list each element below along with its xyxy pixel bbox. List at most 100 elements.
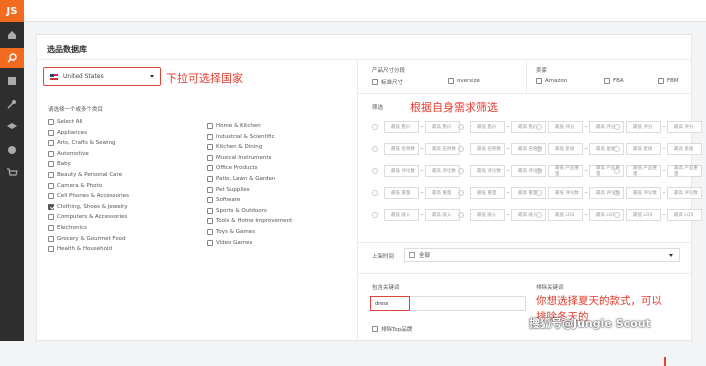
range-max-input[interactable]: 最高 评论数 bbox=[667, 186, 702, 199]
category-left-0[interactable]: Select All bbox=[48, 119, 83, 125]
category-left-6[interactable]: Camera & Photo bbox=[48, 182, 102, 189]
range-max-input[interactable]: 最高 LQS bbox=[667, 208, 702, 221]
checkbox[interactable] bbox=[207, 229, 213, 235]
category-left-10[interactable]: Electronics bbox=[48, 225, 87, 231]
category-right-4[interactable]: Office Products bbox=[207, 165, 258, 172]
checkbox[interactable] bbox=[207, 207, 213, 214]
range-min-input[interactable]: 最低 评论数 bbox=[384, 164, 419, 177]
checkbox[interactable] bbox=[207, 133, 213, 140]
book-icon[interactable] bbox=[0, 71, 24, 91]
range-min-input[interactable]: 最低 评论数 bbox=[548, 186, 583, 199]
checkbox[interactable] bbox=[207, 144, 213, 151]
category-right-5[interactable]: Patio, Lawn & Garden bbox=[207, 176, 275, 182]
size-standard-option[interactable]: 标准尺寸 bbox=[372, 78, 403, 86]
range-min-input[interactable]: 最低 产品重量 bbox=[548, 164, 583, 177]
range-min-input[interactable]: 最低 评分 bbox=[548, 120, 583, 133]
category-right-6[interactable]: Pet Supplies bbox=[207, 186, 250, 193]
range-min-input[interactable]: 最低 售价 bbox=[384, 120, 419, 133]
category-left-7[interactable]: Cell Phones & Accessories bbox=[48, 193, 129, 200]
checkbox[interactable] bbox=[48, 182, 54, 189]
include-keywords-input[interactable]: dress bbox=[370, 296, 410, 311]
category-right-10[interactable]: Toys & Games bbox=[207, 229, 255, 235]
range-max-input[interactable]: 最高 名称数 bbox=[425, 142, 460, 155]
category-left-2[interactable]: Arts, Crafts & Sewing bbox=[48, 140, 116, 147]
range-min-input[interactable]: 最低 LQS bbox=[548, 208, 583, 221]
range-min-input[interactable]: 最低 评分 bbox=[626, 120, 661, 133]
range-max-input[interactable]: 最高 评分 bbox=[667, 120, 702, 133]
checkbox[interactable] bbox=[48, 119, 54, 125]
cart-icon[interactable] bbox=[0, 163, 24, 183]
home-icon[interactable] bbox=[0, 25, 24, 45]
checkbox[interactable] bbox=[48, 172, 54, 178]
checkbox[interactable] bbox=[207, 239, 213, 246]
range-max-input[interactable]: 最高 收入 bbox=[425, 208, 460, 221]
range-min-input[interactable]: 最低 星级 bbox=[548, 142, 583, 155]
checkbox[interactable] bbox=[48, 150, 54, 157]
checkbox[interactable] bbox=[207, 186, 213, 193]
checkbox[interactable] bbox=[207, 218, 213, 225]
listing-date-select[interactable]: 全部 bbox=[404, 248, 680, 262]
category-right-7[interactable]: Software bbox=[207, 197, 240, 204]
key-icon[interactable] bbox=[0, 94, 24, 114]
category-left-12[interactable]: Health & Household bbox=[48, 246, 112, 253]
category-label: Health & Household bbox=[57, 246, 112, 253]
size-oversize-option[interactable]: oversize bbox=[448, 78, 480, 84]
graduation-icon[interactable] bbox=[0, 117, 24, 137]
checkbox[interactable] bbox=[48, 161, 54, 168]
checkbox[interactable] bbox=[48, 140, 54, 147]
exclude-top-brands-option[interactable]: 排除Top品牌 bbox=[372, 325, 412, 333]
category-right-9[interactable]: Tools & Home Improvement bbox=[207, 218, 292, 225]
category-right-2[interactable]: Kitchen & Dining bbox=[207, 144, 262, 151]
range-max-input[interactable]: 最高 重量 bbox=[425, 186, 460, 199]
range-min-input[interactable]: 最低 售价 bbox=[470, 120, 505, 133]
category-left-1[interactable]: Appliances bbox=[48, 129, 87, 136]
category-left-8[interactable]: Clothing, Shoes & Jewelry bbox=[48, 203, 128, 210]
category-left-11[interactable]: Grocery & Gourmet Food bbox=[48, 235, 126, 242]
category-left-5[interactable]: Beauty & Personal Care bbox=[48, 172, 122, 178]
range-min-input[interactable]: 最低 星级 bbox=[626, 142, 661, 155]
category-right-3[interactable]: Musical Instruments bbox=[207, 154, 271, 161]
range-min-input[interactable]: 最低 收入 bbox=[470, 208, 505, 221]
category-left-9[interactable]: Computers & Accessories bbox=[48, 214, 127, 221]
checkbox[interactable] bbox=[48, 246, 54, 253]
checkbox[interactable] bbox=[207, 197, 213, 204]
checkbox[interactable] bbox=[48, 235, 54, 242]
category-left-3[interactable]: Automotive bbox=[48, 150, 89, 157]
checkbox[interactable] bbox=[207, 123, 213, 129]
range-max-input[interactable]: 最高 星级 bbox=[667, 142, 702, 155]
category-right-11[interactable]: Video Games bbox=[207, 239, 252, 246]
checkbox[interactable] bbox=[207, 154, 213, 161]
range-max-input[interactable]: 最高 产品重量 bbox=[667, 164, 702, 177]
seller-fba-option[interactable]: FBA bbox=[604, 78, 624, 84]
range-min-input[interactable]: 最低 名称数 bbox=[470, 142, 505, 155]
range-min-input[interactable]: 最低 重量 bbox=[470, 186, 505, 199]
checkbox[interactable] bbox=[48, 129, 54, 136]
search-icon[interactable] bbox=[0, 48, 24, 68]
checkbox[interactable] bbox=[48, 225, 54, 231]
range-min-input[interactable]: 最低 LQS bbox=[626, 208, 661, 221]
metric-icon bbox=[614, 168, 620, 174]
category-right-0[interactable]: Home & Kitchen bbox=[207, 123, 261, 129]
range-min-input[interactable]: 最低 收入 bbox=[384, 208, 419, 221]
checkbox[interactable] bbox=[207, 176, 213, 182]
range-min-input[interactable]: 最低 重量 bbox=[384, 186, 419, 199]
include-keywords-extend[interactable] bbox=[410, 296, 526, 311]
seller-fbm-option[interactable]: FBM bbox=[658, 78, 679, 84]
seller-amazon-option[interactable]: Amazon bbox=[536, 78, 567, 84]
checkbox[interactable] bbox=[48, 203, 54, 210]
country-select[interactable]: United States bbox=[43, 67, 161, 86]
range-min-input[interactable]: 最低 评论数 bbox=[470, 164, 505, 177]
category-right-1[interactable]: Industrial & Scientific bbox=[207, 133, 275, 140]
category-right-8[interactable]: Sports & Outdoors bbox=[207, 207, 267, 214]
category-left-4[interactable]: Baby bbox=[48, 161, 71, 168]
checkbox[interactable] bbox=[207, 165, 213, 172]
range-max-input[interactable]: 最高 评论数 bbox=[425, 164, 460, 177]
checkbox[interactable] bbox=[48, 214, 54, 221]
range-far-1: 最低 星级 – 最高 星级 bbox=[626, 142, 702, 155]
range-min-input[interactable]: 最低 产品重量 bbox=[626, 164, 661, 177]
range-min-input[interactable]: 最低 评论数 bbox=[626, 186, 661, 199]
range-max-input[interactable]: 最高 售价 bbox=[425, 120, 460, 133]
range-min-input[interactable]: 最低 名称数 bbox=[384, 142, 419, 155]
globe-icon[interactable] bbox=[0, 140, 24, 160]
checkbox[interactable] bbox=[48, 193, 54, 200]
